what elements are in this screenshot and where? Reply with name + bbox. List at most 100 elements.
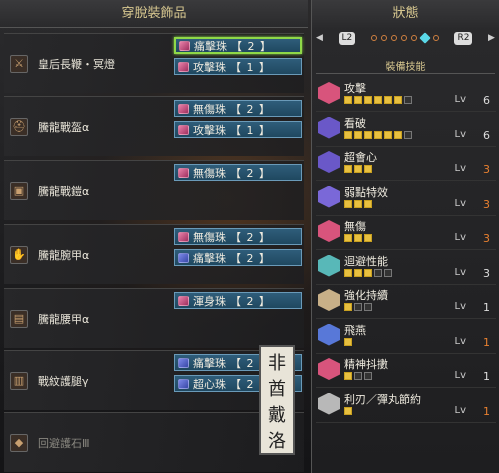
jewel-level: 【 1 】 xyxy=(230,123,271,137)
decoration-slot[interactable]: 無傷珠【 2 】 xyxy=(174,100,302,117)
skill-row[interactable]: 看破 Lv 6 xyxy=(316,113,496,147)
jewel-icon xyxy=(179,40,190,51)
skill-level-value: 1 xyxy=(483,301,490,314)
skill-icon xyxy=(318,323,340,346)
skill-name: 看破 xyxy=(344,116,366,130)
skill-icon xyxy=(318,358,340,380)
nav-left-arrow-icon[interactable]: ◀ xyxy=(316,33,323,43)
jewel-name: 渾身珠 xyxy=(193,294,226,308)
skill-level-bars xyxy=(344,337,352,346)
skill-level-value: 6 xyxy=(483,94,490,107)
jewel-name: 痛擊珠 xyxy=(193,356,226,370)
skill-bar xyxy=(364,165,372,173)
skill-icon xyxy=(318,116,340,139)
level-label: Lv xyxy=(454,404,467,416)
jewel-level: 【 2 】 xyxy=(230,102,271,116)
skill-level-bars xyxy=(344,96,412,104)
level-label: Lv xyxy=(454,232,467,243)
skill-bar xyxy=(374,130,382,139)
level-label: Lv xyxy=(454,197,467,209)
skill-bar xyxy=(354,199,362,208)
l2-button[interactable]: L2 xyxy=(338,31,356,45)
skill-bar xyxy=(404,96,412,104)
jewel-icon xyxy=(178,295,189,306)
jewel-level: 【 2 】 xyxy=(230,230,271,244)
skill-bar xyxy=(364,130,372,139)
skill-level-value: 1 xyxy=(483,335,490,349)
skill-bar xyxy=(364,96,372,104)
skill-level-value: 1 xyxy=(483,404,490,418)
skill-name: 飛燕 xyxy=(344,323,366,337)
equipment-row[interactable]: ▣ 騰龍戰鎧α 無傷珠【 2 】 xyxy=(4,160,304,220)
skill-level-bars xyxy=(344,165,372,173)
decoration-slot[interactable]: 無傷珠【 2 】 xyxy=(174,164,302,181)
equipment-name: 戰紋護腿γ xyxy=(38,374,89,388)
skill-bar xyxy=(344,372,352,380)
equipment-info: ✋ 騰龍腕甲α xyxy=(4,225,170,284)
decoration-slot[interactable]: 渾身珠【 2 】 xyxy=(174,292,302,309)
equipment-info: ▣ 騰龍戰鎧α xyxy=(4,161,170,220)
skill-row[interactable]: 利刃／彈丸節約 Lv 1 xyxy=(316,389,496,423)
skill-name: 迴避性能 xyxy=(344,254,388,268)
skill-icon xyxy=(318,82,340,104)
skill-bar xyxy=(354,372,362,380)
jewel-name: 無傷珠 xyxy=(193,166,226,180)
jewel-level: 【 2 】 xyxy=(230,251,271,265)
skill-name: 弱點特效 xyxy=(344,185,388,199)
jewel-icon xyxy=(178,378,189,389)
equipment-row[interactable]: ⚔ 皇后長鞭・冥燈 痛擊珠【 2 】攻擊珠【 1 】 xyxy=(4,33,304,93)
skill-name: 超會心 xyxy=(344,151,377,164)
skill-bar xyxy=(354,268,362,277)
skill-row[interactable]: 弱點特效 Lv 3 xyxy=(316,182,496,216)
skill-row[interactable]: 無傷 Lv 3 xyxy=(316,216,496,250)
status-title: 狀態 xyxy=(312,0,499,28)
jewel-name: 攻擊珠 xyxy=(193,60,226,74)
level-label: Lv xyxy=(454,301,467,312)
level-label: Lv xyxy=(454,266,467,278)
page-dot xyxy=(380,35,387,41)
equipment-info: ▥ 戰紋護腿γ xyxy=(4,351,170,410)
page-dot xyxy=(432,35,439,41)
skill-bar xyxy=(384,130,392,139)
skill-level-value: 3 xyxy=(483,197,490,211)
skill-level-bars xyxy=(344,406,352,415)
skill-level-bars xyxy=(344,234,372,242)
skill-level-value: 6 xyxy=(483,128,490,142)
decoration-slot[interactable]: 攻擊珠【 1 】 xyxy=(174,121,302,138)
jewel-name: 超心珠 xyxy=(193,377,226,391)
skill-bar xyxy=(344,165,352,173)
decoration-slot[interactable]: 攻擊珠【 1 】 xyxy=(174,58,302,75)
jewel-icon xyxy=(178,231,189,242)
decoration-slot[interactable]: 痛擊珠【 2 】 xyxy=(174,249,302,266)
skill-bar xyxy=(344,234,352,242)
equipment-row[interactable]: ⛑ 騰龍戰盔α 無傷珠【 2 】攻擊珠【 1 】 xyxy=(4,96,304,156)
level-label: Lv xyxy=(454,370,467,381)
equipment-row[interactable]: ▤ 騰龍腰甲α 渾身珠【 2 】 xyxy=(4,288,304,348)
skill-row[interactable]: 飛燕 Lv 1 xyxy=(316,320,496,354)
r2-button[interactable]: R2 xyxy=(454,31,473,45)
decoration-slot[interactable]: 痛擊珠【 2 】 xyxy=(174,37,302,54)
watermark-stamp: 非 酋 戴 洛 xyxy=(259,345,295,455)
skill-icon xyxy=(318,254,340,277)
skills-header: 裝備技能 xyxy=(316,58,495,74)
equipment-row[interactable]: ✋ 騰龍腕甲α 無傷珠【 2 】痛擊珠【 2 】 xyxy=(4,224,304,284)
skill-bar xyxy=(354,234,362,242)
skill-row[interactable]: 精神抖擻 Lv 1 xyxy=(316,354,496,388)
jewel-icon xyxy=(178,124,189,135)
jewel-icon xyxy=(178,103,189,114)
jewel-name: 痛擊珠 xyxy=(194,39,227,53)
skill-level-value: 1 xyxy=(483,370,490,383)
skill-row[interactable]: 迴避性能 Lv 3 xyxy=(316,251,496,285)
page-dot-active xyxy=(419,32,431,44)
skill-row[interactable]: 強化持續 Lv 1 xyxy=(316,285,496,319)
watermark-char: 非 xyxy=(268,353,286,374)
skill-row[interactable]: 攻擊 Lv 6 xyxy=(316,78,496,112)
skill-bar xyxy=(344,406,352,415)
skill-icon xyxy=(318,151,340,173)
jewel-level: 【 2 】 xyxy=(231,39,272,53)
equipment-name: 騰龍戰鎧α xyxy=(38,184,90,198)
decoration-slot[interactable]: 無傷珠【 2 】 xyxy=(174,228,302,245)
skill-row[interactable]: 超會心 Lv 3 xyxy=(316,147,496,181)
equipment-info: ▤ 騰龍腰甲α xyxy=(4,289,170,348)
nav-right-arrow-icon[interactable]: ▶ xyxy=(488,33,495,43)
